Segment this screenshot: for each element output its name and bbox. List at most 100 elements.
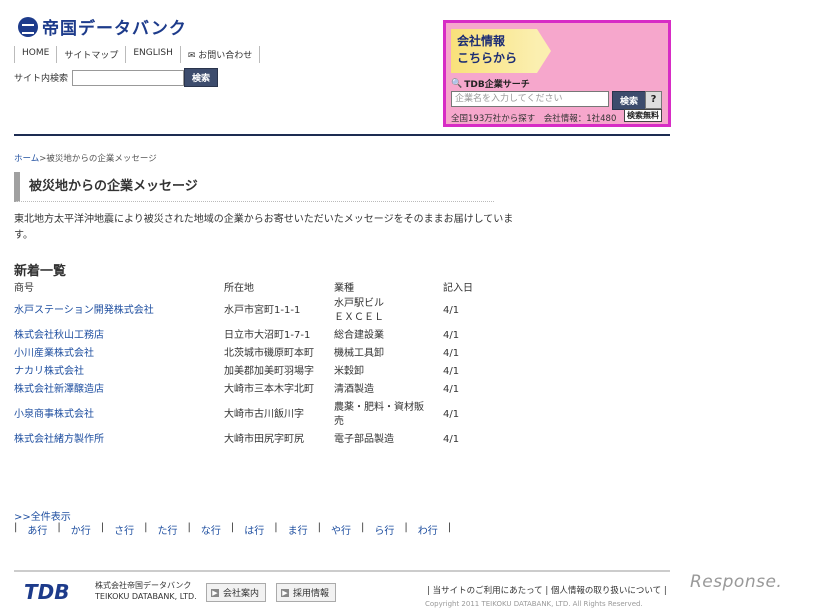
separator: | xyxy=(230,522,235,533)
company-name-link[interactable]: 株式会社新澤醸造店 xyxy=(14,381,224,399)
date-cell: 4/1 xyxy=(443,348,460,359)
company-name-link[interactable]: 小川産業株式会社 xyxy=(14,345,224,363)
date-cell: 4/1 xyxy=(443,434,460,445)
separator: | xyxy=(404,522,408,533)
footer-company: 株式会社帝国データバンク TEIKOKU DATABANK, LTD. xyxy=(95,581,197,601)
table-row: 小川産業株式会社 北茨城市磯原町本町 機械工具卸 4/1 xyxy=(14,345,483,363)
location-cell: 大崎市古川飯川字 xyxy=(224,409,304,420)
separator: | xyxy=(361,522,365,533)
industry-cell: 清酒製造 xyxy=(334,384,374,395)
table-row: ナカリ株式会社 加美郡加美町羽場字 米穀卸 4/1 xyxy=(14,363,483,381)
site-search-label: サイト内検索 xyxy=(14,74,69,84)
nav-home[interactable]: HOME xyxy=(14,46,56,63)
table-row: 株式会社緒方製作所 大崎市田尻字町尻 電子部品製造 4/1 xyxy=(14,431,483,449)
col-location: 所在地 xyxy=(224,282,254,294)
company-name-input[interactable]: 企業名を入力してください xyxy=(451,91,609,107)
table-row: 小泉商事株式会社 大崎市古川飯川字 農薬・肥料・資材販 売 4/1 xyxy=(14,399,483,431)
kana-index: | あ行 | か行 | さ行 | た行 | な行 | は行 | ま行 | や行 | ら行 | わ行 | xyxy=(14,522,451,537)
date-cell: 4/1 xyxy=(443,409,460,420)
kana-link[interactable]: ら行 xyxy=(374,522,394,537)
breadcrumb-home[interactable]: ホーム xyxy=(14,154,39,164)
separator: | xyxy=(57,522,61,533)
location-cell: 大崎市田尻字町尻 xyxy=(224,434,304,445)
kana-link[interactable]: か行 xyxy=(71,522,91,537)
nav-sitemap[interactable]: サイトマップ xyxy=(56,46,125,63)
location-cell: 水戸市宮町1-1-1 xyxy=(224,305,301,316)
separator: | xyxy=(144,522,148,533)
date-cell: 4/1 xyxy=(443,305,460,316)
table-row: 株式会社秋山工務店 日立市大沼町1-7-1 総合建設業 4/1 xyxy=(14,327,483,345)
date-cell: 4/1 xyxy=(443,384,460,395)
kana-link[interactable]: ま行 xyxy=(288,522,308,537)
site-search-input[interactable] xyxy=(72,69,185,86)
company-search-button[interactable]: 検索 xyxy=(612,91,647,110)
nav-contact[interactable]: ✉ お問い合わせ xyxy=(179,46,261,63)
company-info-button[interactable]: ▶ 会社案内 xyxy=(206,583,267,602)
company-name-link[interactable]: 小泉商事株式会社 xyxy=(14,399,224,431)
kana-link[interactable]: は行 xyxy=(244,522,264,537)
company-search-footer: 全国193万社から探す 会社情報：1社480 xyxy=(451,114,617,124)
kana-link[interactable]: わ行 xyxy=(418,522,438,537)
separator: | xyxy=(14,522,18,533)
company-name-link[interactable]: ナカリ株式会社 xyxy=(14,363,224,381)
separator: | xyxy=(100,522,105,533)
site-search: サイト内検索 検索 xyxy=(14,68,219,87)
copyright: Copyright 2011 TEIKOKU DATABANK, LTD. Al… xyxy=(425,600,643,608)
breadcrumb: ホーム>被災地からの企業メッセージ xyxy=(14,154,157,164)
industry-cell: 総合建設業 xyxy=(334,330,384,341)
site-search-button[interactable]: 検索 xyxy=(184,68,219,87)
arrow-right-icon: ▶ xyxy=(281,588,289,597)
industry-cell: 米穀卸 xyxy=(334,366,364,377)
top-nav: HOME サイトマップ ENGLISH ✉ お問い合わせ xyxy=(14,46,261,63)
industry-cell: 水戸駅ビル ＥＸＣＥＬ xyxy=(334,298,384,323)
col-industry: 業種 xyxy=(334,282,354,294)
kana-link[interactable]: な行 xyxy=(201,522,221,537)
help-button[interactable]: ? xyxy=(645,91,662,109)
table-row: 株式会社新澤醸造店 大崎市三本木字北町 清酒製造 4/1 xyxy=(14,381,483,399)
date-cell: 4/1 xyxy=(443,366,460,377)
mail-icon: ✉ xyxy=(187,51,199,61)
intro-text: 東北地方太平洋沖地震により被災された地域の企業からお寄せいただいたメッセージをそ… xyxy=(14,214,514,241)
message-table: 商号 所在地 業種 記入日 水戸ステーション開発株式会社 水戸市宮町1-1-1 水戸… xyxy=(14,277,483,449)
header-rule xyxy=(14,134,670,136)
kana-link[interactable]: や行 xyxy=(331,522,351,537)
page-title: 被災地からの企業メッセージ xyxy=(14,172,494,202)
location-cell: 日立市大沼町1-7-1 xyxy=(224,330,311,341)
location-cell: 大崎市三本木字北町 xyxy=(224,384,314,395)
company-search-title[interactable]: 会社情報 こちらから xyxy=(451,29,551,73)
arrow-right-icon: ▶ xyxy=(211,588,219,597)
company-name-link[interactable]: 株式会社緒方製作所 xyxy=(14,431,224,449)
location-cell: 加美郡加美町羽場字 xyxy=(224,366,314,377)
footer-logo[interactable]: TDB xyxy=(24,580,70,604)
col-date: 記入日 xyxy=(443,282,473,294)
search-icon: 🔍 xyxy=(451,78,463,89)
kana-link[interactable]: あ行 xyxy=(27,522,47,537)
footer-rule xyxy=(14,570,670,572)
footer-links[interactable]: | 当サイトのご利用にあたって | 個人情報の取り扱いについて | xyxy=(427,584,667,596)
industry-cell: 機械工具卸 xyxy=(334,348,384,359)
site-logo[interactable]: 帝国データバンク xyxy=(18,14,187,39)
kana-link[interactable]: さ行 xyxy=(114,522,134,537)
free-search-badge: 検索無料 xyxy=(624,109,662,122)
breadcrumb-current: 被災地からの企業メッセージ xyxy=(46,154,157,164)
tdb-search-label: 🔍 TDB企業サーチ xyxy=(451,78,530,91)
tdb-logo-icon xyxy=(18,16,38,37)
nav-english[interactable]: ENGLISH xyxy=(125,46,180,63)
table-header: 商号 所在地 業種 記入日 xyxy=(14,277,483,295)
separator: | xyxy=(447,522,452,533)
industry-cell: 農薬・肥料・資材販 売 xyxy=(334,402,424,427)
industry-cell: 電子部品製造 xyxy=(334,434,394,445)
recruit-button[interactable]: ▶ 採用情報 xyxy=(276,583,337,602)
table-row: 水戸ステーション開発株式会社 水戸市宮町1-1-1 水戸駅ビル ＥＸＣＥＬ 4/1 xyxy=(14,295,483,327)
col-name: 商号 xyxy=(14,282,34,294)
company-name-link[interactable]: 株式会社秋山工務店 xyxy=(14,327,224,345)
show-all-link[interactable]: >>全件表示 xyxy=(14,508,71,523)
response-watermark: Response. xyxy=(690,572,783,592)
date-cell: 4/1 xyxy=(443,330,460,341)
separator: | xyxy=(317,522,321,533)
kana-link[interactable]: た行 xyxy=(158,522,178,537)
company-name-link[interactable]: 水戸ステーション開発株式会社 xyxy=(14,295,224,327)
company-search-box: 会社情報 こちらから 🔍 TDB企業サーチ 企業名を入力してください 検索 ? … xyxy=(443,20,671,127)
separator: | xyxy=(187,522,191,533)
logo-text: 帝国データバンク xyxy=(42,19,187,39)
